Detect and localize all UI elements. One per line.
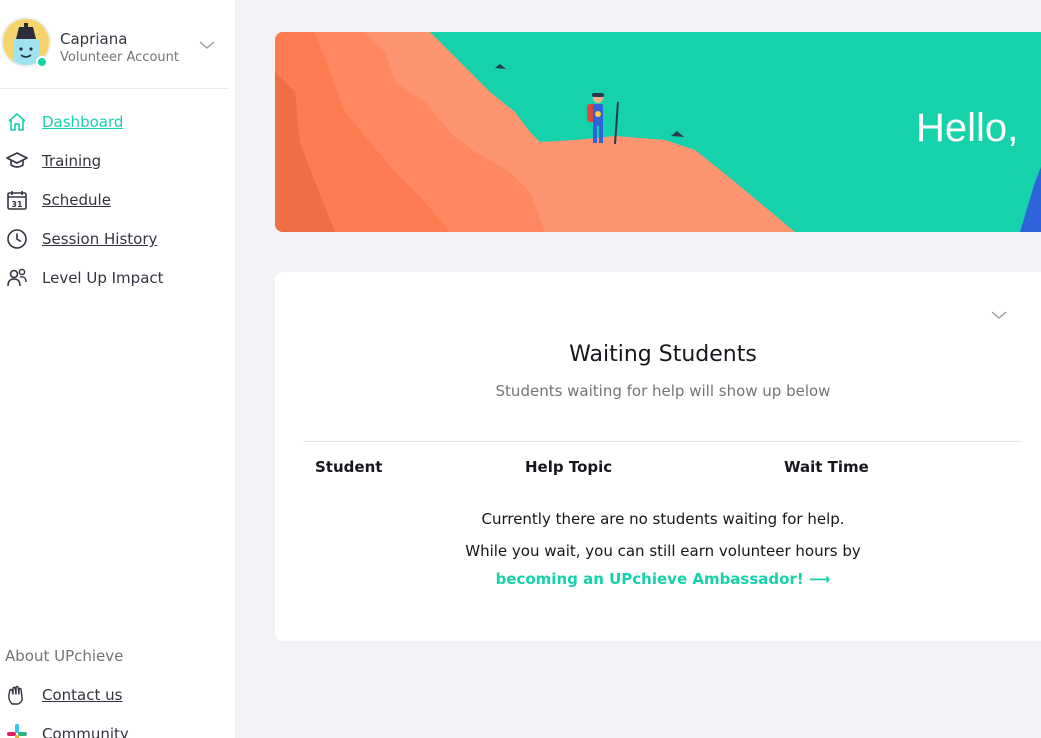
waving-hand-icon	[5, 683, 29, 707]
nav-item-dashboard[interactable]: Dashboard	[0, 110, 228, 134]
community-link[interactable]: Community	[0, 722, 228, 738]
chevron-down-icon[interactable]	[198, 36, 216, 54]
nav-item-label: Training	[42, 152, 102, 170]
profile-role: Volunteer Account	[60, 50, 179, 65]
divider	[303, 441, 1021, 442]
empty-state-message: Currently there are no students waiting …	[481, 510, 845, 528]
online-status-dot	[36, 56, 48, 68]
greeting-text: Hello,	[916, 106, 1019, 150]
waiting-students-card: Waiting Students Students waiting for he…	[275, 272, 1041, 641]
card-subtitle: Students waiting for help will show up b…	[495, 382, 831, 400]
profile-menu[interactable]: Capriana Volunteer Account	[0, 0, 228, 89]
column-header-help-topic: Help Topic	[525, 458, 613, 476]
about-label: About UPchieve	[5, 647, 124, 665]
profile-name: Capriana	[60, 30, 128, 48]
nav-item-label: Session History	[42, 230, 158, 248]
people-icon	[5, 266, 29, 290]
nav-item-session-history[interactable]: Session History	[0, 227, 228, 251]
nav-item-label: Dashboard	[42, 113, 124, 131]
clock-icon	[5, 227, 29, 251]
contact-us-link[interactable]: Contact us	[0, 683, 228, 707]
home-icon	[5, 110, 29, 134]
nav-item-training[interactable]: Training	[0, 149, 228, 173]
graduation-cap-icon	[5, 149, 29, 173]
sidebar: Capriana Volunteer Account Dashboard Tra…	[0, 0, 235, 738]
nav-item-label: Level Up Impact	[42, 269, 164, 287]
chevron-down-icon[interactable]	[990, 306, 1008, 324]
calendar-icon: 31	[5, 188, 29, 212]
cta-text: While you wait, you can still earn volun…	[465, 542, 861, 560]
slack-icon	[5, 722, 29, 738]
calendar-icon-text: 31	[11, 200, 23, 209]
column-header-wait-time: Wait Time	[784, 458, 869, 476]
nav-item-level-up-impact[interactable]: Level Up Impact	[0, 266, 228, 290]
community-label: Community	[42, 725, 129, 738]
nav-item-label: Schedule	[42, 191, 111, 209]
card-title: Waiting Students	[569, 342, 757, 367]
contact-us-label: Contact us	[42, 686, 123, 704]
nav-item-schedule[interactable]: 31 Schedule	[0, 188, 228, 212]
welcome-banner: Hello,	[275, 32, 1041, 232]
column-header-student: Student	[315, 458, 383, 476]
ambassador-link[interactable]: becoming an UPchieve Ambassador! ⟶	[275, 570, 1041, 588]
